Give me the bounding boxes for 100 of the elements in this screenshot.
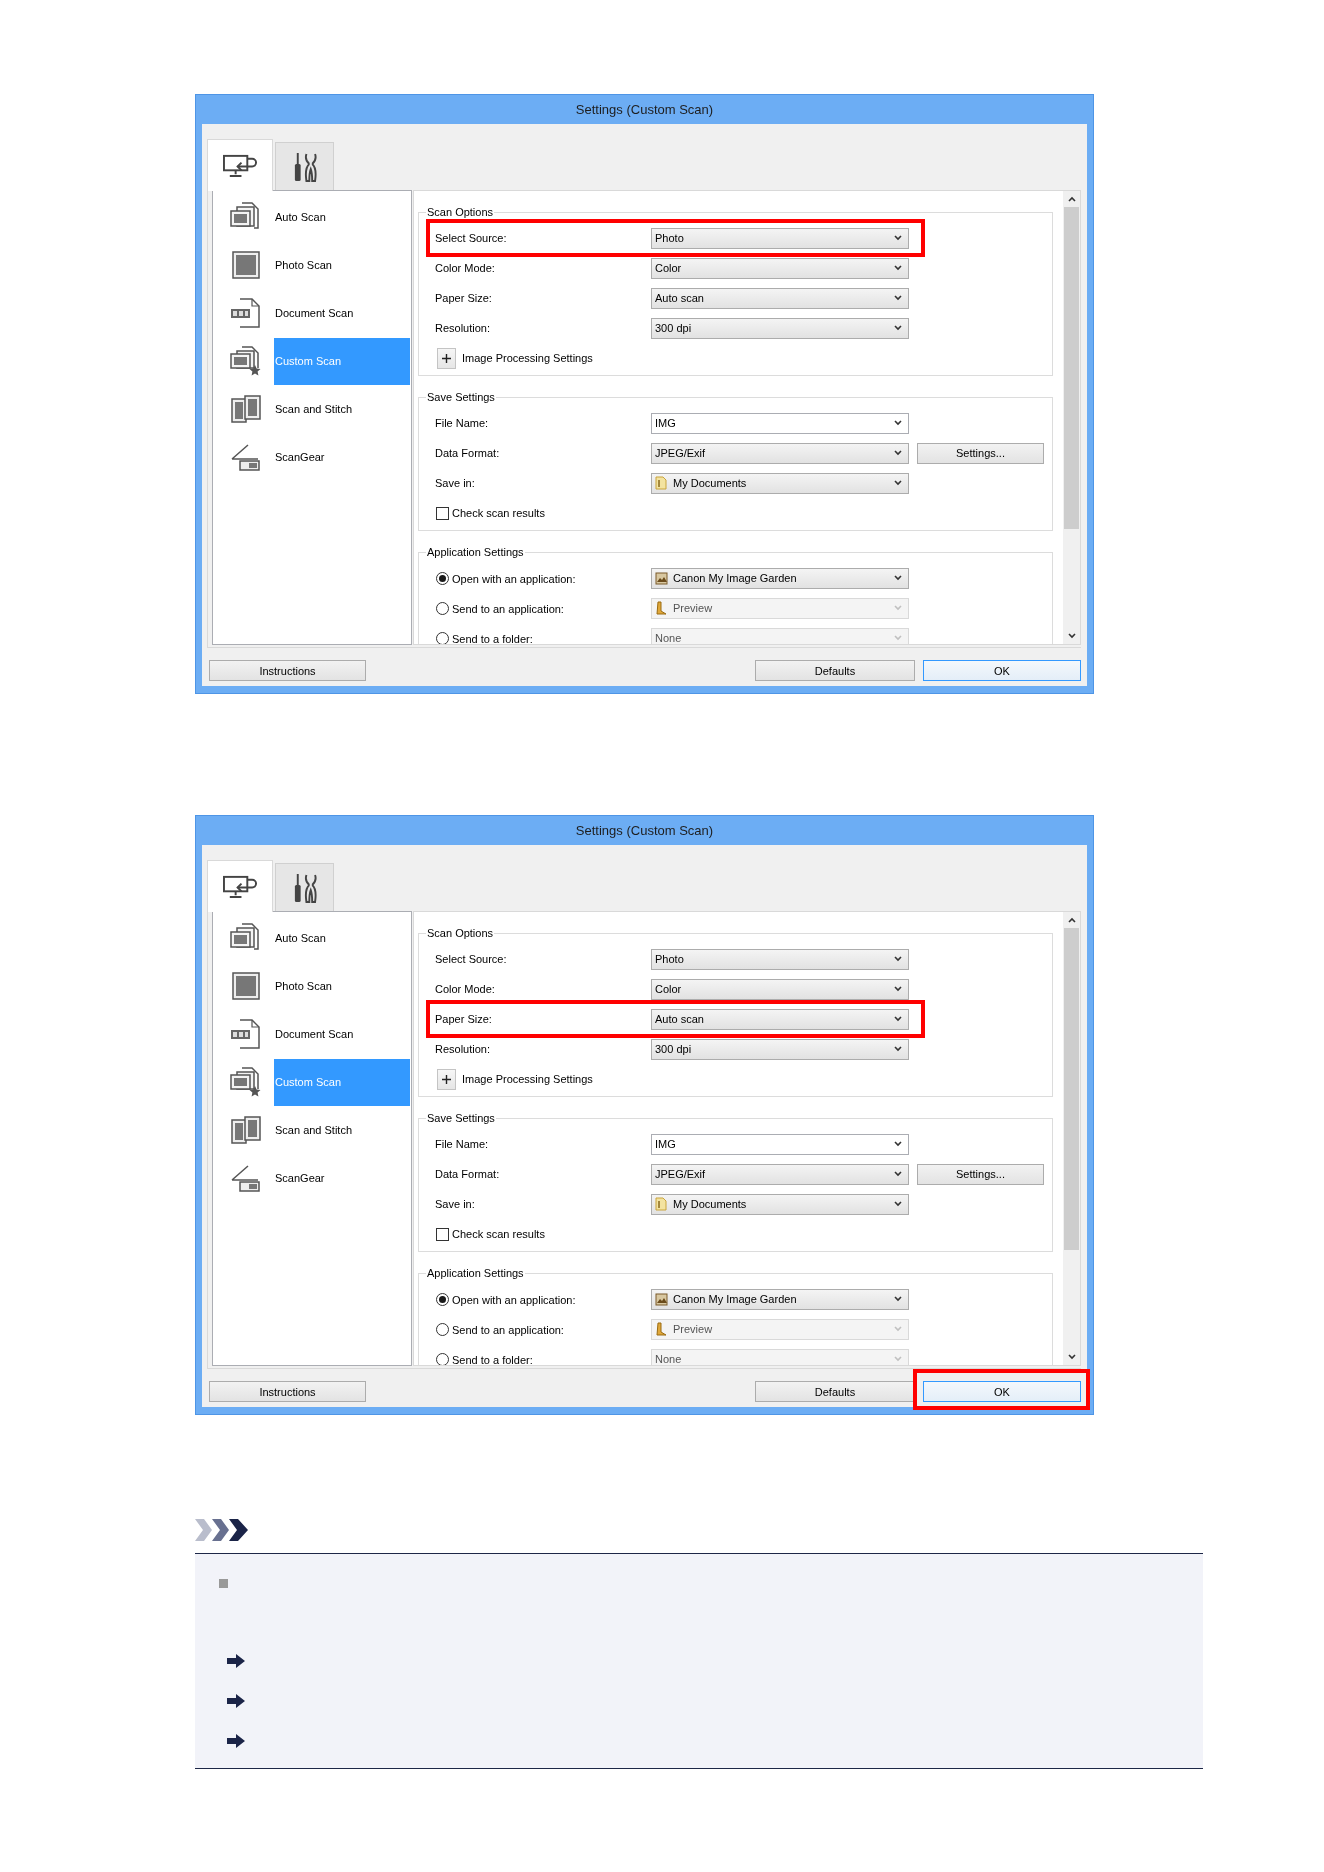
chevron-down-icon — [894, 420, 902, 426]
scan-mode-item[interactable]: Photo Scan — [274, 962, 410, 1010]
dropdown[interactable]: Color — [651, 978, 909, 1000]
scan-mode-item[interactable]: Auto Scan — [274, 193, 410, 241]
scroll-up-icon[interactable] — [1067, 917, 1076, 923]
plus-icon — [442, 1074, 451, 1084]
chevron-down-icon — [894, 295, 902, 301]
chevron-down-icon — [894, 1356, 902, 1362]
field-label: Select Source: — [435, 230, 508, 246]
settings-button[interactable]: Settings... — [917, 442, 1044, 464]
dropdown[interactable]: My Documents — [651, 1193, 909, 1215]
checkbox[interactable] — [436, 506, 449, 520]
scan-mode-item[interactable]: ScanGear — [274, 433, 410, 481]
scroll-down-icon[interactable] — [1067, 633, 1076, 639]
dropdown[interactable]: Auto scan — [651, 287, 909, 309]
chevron-down-icon — [894, 986, 902, 992]
dropdown[interactable]: JPEG/Exif — [651, 442, 909, 464]
document-icon — [230, 298, 262, 328]
section-label: Image Processing Settings — [462, 1071, 593, 1087]
monitor-arrow-icon — [222, 874, 258, 899]
dropdown[interactable]: Canon My Image Garden — [651, 567, 909, 589]
dropdown[interactable]: Canon My Image Garden — [651, 1288, 909, 1310]
group-title: Save Settings — [426, 390, 496, 404]
scan-mode-item[interactable]: Scan and Stitch — [274, 385, 410, 433]
field-label: Color Mode: — [435, 981, 496, 997]
chevrons-icon — [195, 1519, 248, 1541]
scrollbar-thumb[interactable] — [1064, 207, 1079, 529]
radio-label: Send to a folder: — [452, 633, 533, 644]
screwdriver-pliers-icon — [292, 872, 317, 903]
dialog-button[interactable]: OK — [923, 1381, 1081, 1403]
chevron-down-icon — [894, 1016, 902, 1022]
picture-icon — [655, 571, 668, 585]
chevron-down-icon — [894, 605, 902, 611]
dialog-button[interactable]: Instructions — [209, 660, 366, 682]
checkbox[interactable] — [436, 1227, 449, 1241]
chevron-down-icon — [894, 480, 902, 486]
scroll-down-icon[interactable] — [1067, 1354, 1076, 1360]
scan-mode-item[interactable]: Document Scan — [274, 289, 410, 337]
window-title: Settings (Custom Scan) — [575, 100, 714, 119]
combo-box[interactable]: IMG — [651, 412, 909, 434]
scan-mode-item[interactable]: Auto Scan — [274, 914, 410, 962]
dropdown[interactable]: JPEG/Exif — [651, 1163, 909, 1185]
tab[interactable] — [275, 142, 334, 190]
field-label: File Name: — [435, 415, 490, 431]
field-label: Paper Size: — [435, 290, 493, 306]
tab[interactable] — [207, 139, 273, 191]
dropdown[interactable]: 300 dpi — [651, 1038, 909, 1060]
chevron-down-icon — [894, 325, 902, 331]
dialog-button[interactable]: Defaults — [755, 660, 915, 682]
side-by-side-pages-icon — [230, 394, 262, 424]
field-label: File Name: — [435, 1136, 490, 1152]
bullet-icon — [219, 1579, 228, 1588]
group-title: Scan Options — [426, 205, 495, 219]
chevron-down-icon — [894, 635, 902, 641]
scan-mode-item[interactable]: Photo Scan — [274, 241, 410, 289]
chevron-down-icon — [894, 235, 902, 241]
group-title: Application Settings — [426, 545, 525, 559]
dropdown[interactable]: Photo — [651, 948, 909, 970]
dialog-button[interactable]: OK — [923, 660, 1081, 682]
dropdown[interactable]: Color — [651, 257, 909, 279]
page-icon — [655, 476, 668, 490]
radio-label: Send to a folder: — [452, 1354, 533, 1365]
group-title: Application Settings — [426, 1266, 525, 1280]
scan-mode-item[interactable]: Document Scan — [274, 1010, 410, 1058]
scan-mode-item[interactable]: Scan and Stitch — [274, 1106, 410, 1154]
dropdown[interactable]: 300 dpi — [651, 317, 909, 339]
scanner-icon — [230, 1163, 262, 1193]
scrollbar[interactable] — [1063, 912, 1080, 1365]
chevron-down-icon — [894, 1046, 902, 1052]
chevron-down-icon — [894, 450, 902, 456]
window-title: Settings (Custom Scan) — [575, 821, 714, 840]
radio-dot-icon — [439, 574, 446, 582]
scrollbar-thumb[interactable] — [1064, 928, 1079, 1250]
dropdown[interactable]: My Documents — [651, 472, 909, 494]
plus-icon — [442, 353, 451, 363]
tab[interactable] — [207, 860, 273, 912]
radio-button[interactable] — [436, 1292, 449, 1306]
screwdriver-pliers-icon — [292, 151, 317, 182]
scan-mode-item[interactable]: ScanGear — [274, 1154, 410, 1202]
dialog-button[interactable]: Instructions — [209, 1381, 366, 1403]
expand-button[interactable] — [437, 347, 456, 369]
settings-button[interactable]: Settings... — [917, 1163, 1044, 1185]
field-label: Data Format: — [435, 1166, 501, 1182]
dialog-button[interactable]: Defaults — [755, 1381, 915, 1403]
photo-frame-icon — [230, 250, 262, 280]
checkbox-label: Check scan results — [452, 1226, 545, 1242]
dropdown[interactable]: Photo — [651, 227, 909, 249]
radio-dot-icon — [439, 1295, 446, 1303]
scrollbar[interactable] — [1063, 191, 1080, 644]
radio-button[interactable] — [436, 571, 449, 585]
combo-box[interactable]: IMG — [651, 1133, 909, 1155]
expand-button[interactable] — [437, 1068, 456, 1090]
tab[interactable] — [275, 863, 334, 911]
pages-star-icon — [230, 1067, 262, 1097]
page-icon — [655, 1197, 668, 1211]
scroll-up-icon[interactable] — [1067, 196, 1076, 202]
group-title: Scan Options — [426, 926, 495, 940]
radio-label: Open with an application: — [452, 573, 576, 585]
field-label: Resolution: — [435, 1041, 492, 1057]
dropdown[interactable]: Auto scan — [651, 1008, 909, 1030]
